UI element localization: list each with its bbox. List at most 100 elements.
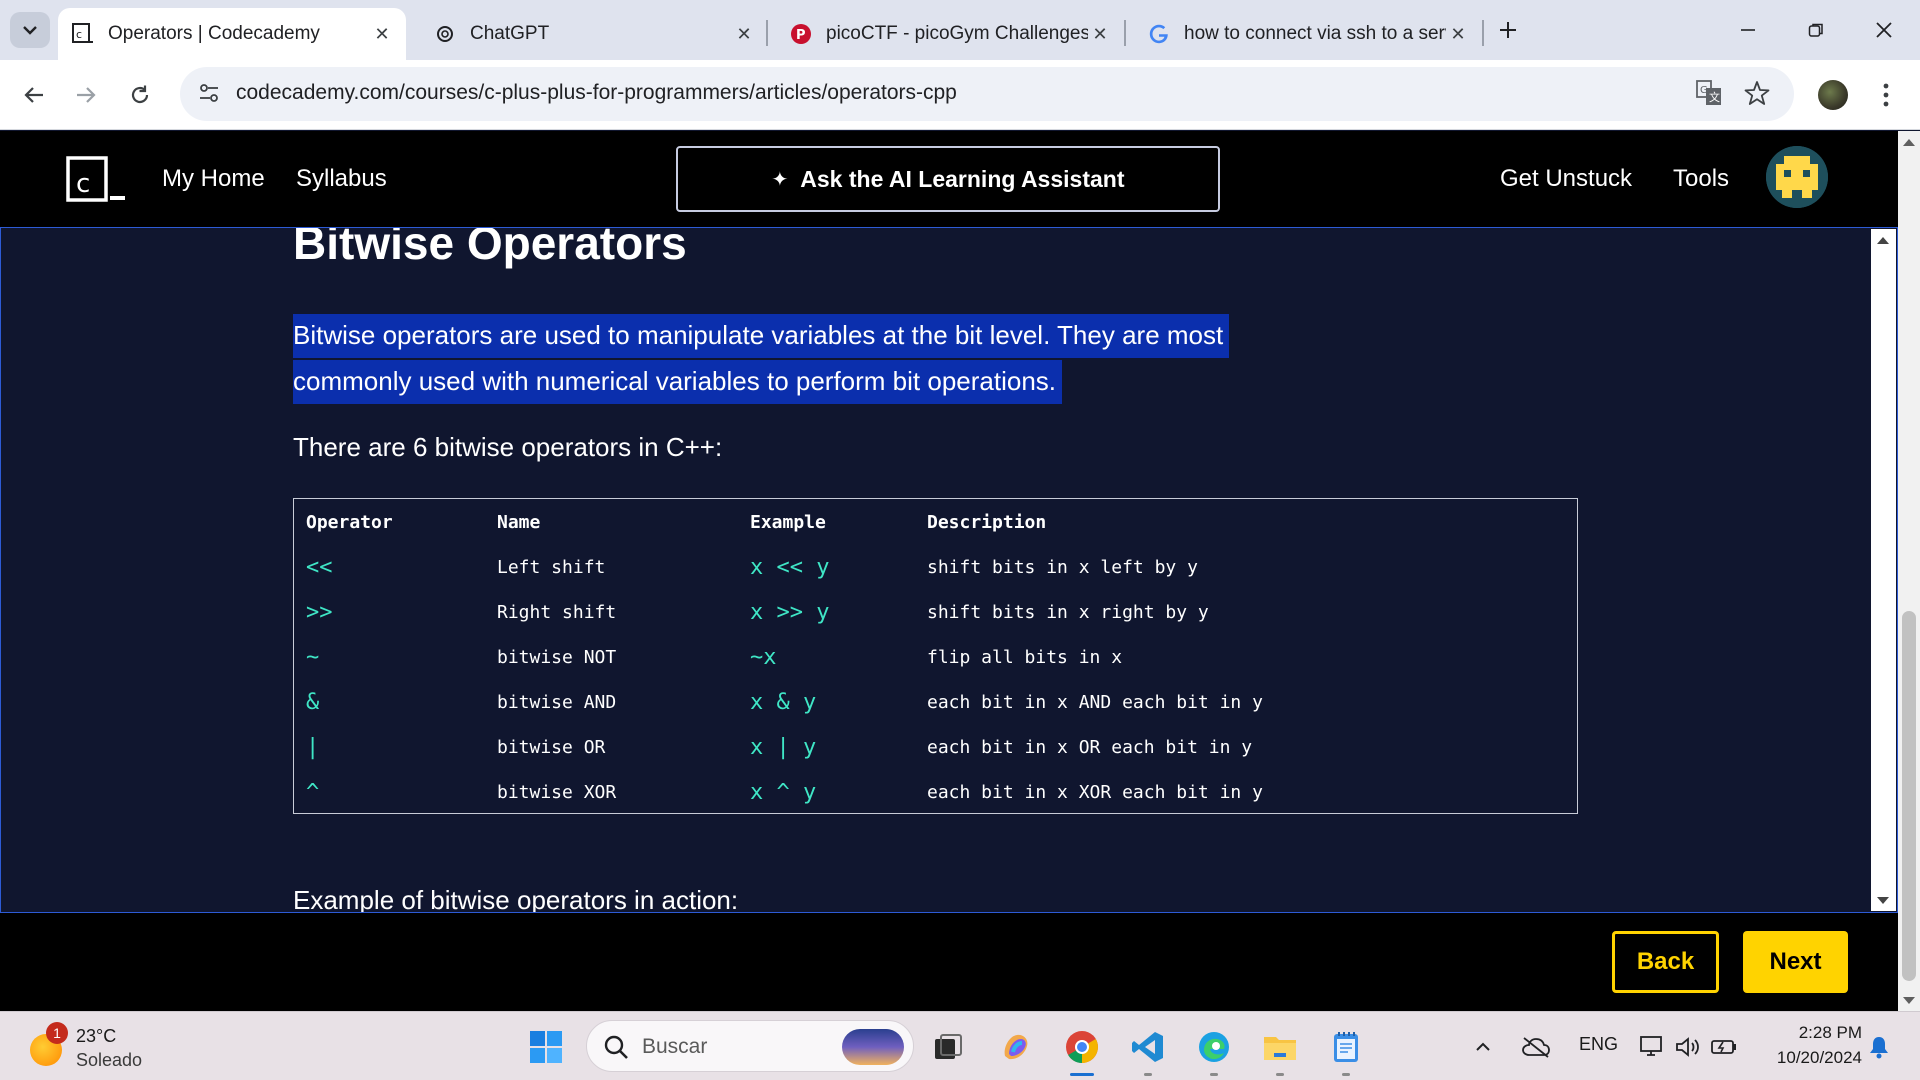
edge-icon [1199, 1032, 1229, 1062]
page-scrollbar[interactable] [1898, 131, 1920, 1011]
bookmark-star-icon[interactable] [1744, 80, 1770, 111]
scroll-down-arrow-icon[interactable] [1877, 897, 1889, 904]
operators-count-text: There are 6 bitwise operators in C++: [293, 432, 723, 462]
clock-time: 2:28 PM [1798, 1023, 1862, 1042]
windows-start-button[interactable] [524, 1025, 568, 1069]
new-tab-button[interactable] [1492, 14, 1524, 46]
volume-button[interactable] [1670, 1025, 1706, 1069]
operator-cell: ~ [306, 645, 320, 670]
nav-get-unstuck[interactable]: Get Unstuck [1500, 165, 1632, 193]
url-text[interactable]: codecademy.com/courses/c-plus-plus-for-p… [236, 81, 957, 105]
active-app-indicator [1070, 1073, 1094, 1076]
codecademy-logo-icon[interactable]: c [66, 156, 126, 202]
address-bar[interactable]: codecademy.com/courses/c-plus-plus-for-p… [180, 67, 1794, 121]
volume-icon [1676, 1037, 1699, 1057]
file-explorer-button[interactable] [1258, 1025, 1302, 1069]
tab-title: ChatGPT [470, 23, 550, 44]
close-tab-icon[interactable]: ✕ [370, 22, 394, 46]
table-row: ^ bitwise XOR x ^ y each bit in x XOR ea… [294, 770, 1577, 815]
tab-search-button[interactable] [10, 12, 50, 48]
scrollbar-thumb[interactable] [1902, 611, 1916, 981]
lesson-bottom-nav: Back Next [0, 913, 1898, 1011]
table-row: ~ bitwise NOT ~x flip all bits in x [294, 635, 1577, 680]
description-cell: each bit in x XOR each bit in y [927, 782, 1263, 803]
tab-title: how to connect via ssh to a serv [1184, 23, 1446, 44]
example-cell: x & y [750, 690, 817, 715]
notepad-taskbar-button[interactable] [1324, 1025, 1368, 1069]
browser-tab-strip: c Operators | Codecademy ✕ ChatGPT ✕ P p… [0, 0, 1920, 60]
openai-icon [434, 23, 456, 45]
selected-text-line1: Bitwise operators are used to manipulate… [293, 314, 1230, 358]
tab-chatgpt[interactable]: ChatGPT ✕ [420, 8, 768, 60]
description-cell: each bit in x OR each bit in y [927, 737, 1253, 758]
name-cell: bitwise OR [497, 737, 606, 758]
close-tab-icon[interactable]: ✕ [732, 22, 756, 46]
forward-nav-button[interactable] [64, 73, 108, 117]
battery-button[interactable] [1706, 1025, 1742, 1069]
article-scrollbar[interactable] [1871, 229, 1896, 911]
nav-syllabus[interactable]: Syllabus [296, 165, 387, 193]
vscode-taskbar-button[interactable] [1126, 1025, 1170, 1069]
network-icon [1640, 1036, 1662, 1056]
tab-codecademy[interactable]: c Operators | Codecademy ✕ [58, 8, 406, 60]
notifications-button[interactable] [1862, 1025, 1896, 1069]
reload-button[interactable] [118, 73, 162, 117]
arrow-right-icon [77, 87, 96, 103]
close-window-button[interactable] [1856, 10, 1912, 50]
chrome-icon [1066, 1031, 1098, 1063]
notepad-icon [1334, 1032, 1358, 1062]
chevron-up-icon [1476, 1042, 1490, 1051]
operator-cell: & [306, 690, 320, 715]
browser-menu-button[interactable] [1874, 76, 1898, 114]
weather-widget[interactable]: 1 23°C Soleado [30, 1022, 170, 1072]
name-cell: Right shift [497, 602, 617, 623]
name-cell: Left shift [497, 557, 606, 578]
taskbar-search-box[interactable]: Buscar [586, 1020, 914, 1072]
weather-condition: Soleado [76, 1050, 143, 1070]
table-header-cell: Name [497, 512, 541, 533]
ai-learning-assistant-button[interactable]: ✦ Ask the AI Learning Assistant [676, 146, 1220, 212]
tab-separator [1124, 20, 1126, 46]
chrome-taskbar-button[interactable] [1060, 1025, 1104, 1069]
task-view-button[interactable] [926, 1025, 970, 1069]
section-heading: Bitwise Operators [293, 227, 687, 269]
tab-google-search[interactable]: how to connect via ssh to a serv ✕ [1134, 8, 1482, 60]
svg-text:c: c [76, 169, 90, 199]
network-button[interactable] [1634, 1025, 1670, 1069]
scroll-up-arrow-icon[interactable] [1903, 139, 1915, 146]
operator-cell: ^ [306, 780, 320, 805]
close-tab-icon[interactable]: ✕ [1088, 22, 1112, 46]
vscode-icon [1132, 1032, 1163, 1062]
search-highlight-image [842, 1029, 904, 1065]
running-app-indicator [1276, 1073, 1284, 1076]
show-hidden-icons-button[interactable] [1468, 1025, 1498, 1069]
minimize-button[interactable] [1720, 10, 1776, 50]
cloud-off-icon [1522, 1037, 1550, 1058]
taskbar-clock[interactable]: 2:28 PM 10/20/2024 [1762, 1020, 1862, 1070]
copilot-button[interactable] [994, 1025, 1038, 1069]
tab-picoctf[interactable]: P picoCTF - picoGym Challenges ✕ [776, 8, 1124, 60]
back-button[interactable]: Back [1612, 931, 1719, 993]
restore-button[interactable] [1788, 10, 1844, 50]
site-settings-icon[interactable] [198, 82, 220, 109]
table-row: & bitwise AND x & y each bit in x AND ea… [294, 680, 1577, 725]
edge-taskbar-button[interactable] [1192, 1025, 1236, 1069]
search-icon [603, 1034, 629, 1065]
nav-my-home[interactable]: My Home [162, 165, 265, 193]
back-nav-button[interactable] [12, 73, 56, 117]
browser-profile-avatar[interactable] [1818, 80, 1848, 110]
sparkle-icon: ✦ [771, 168, 789, 191]
user-avatar[interactable] [1766, 146, 1828, 208]
next-button[interactable]: Next [1743, 931, 1848, 993]
close-tab-icon[interactable]: ✕ [1446, 22, 1470, 46]
scroll-up-arrow-icon[interactable] [1877, 237, 1889, 244]
operators-table: Operator Name Example Description << Lef… [293, 498, 1578, 814]
input-language[interactable]: ENG [1579, 1034, 1618, 1055]
ai-button-label: Ask the AI Learning Assistant [800, 165, 1125, 192]
nav-tools[interactable]: Tools [1673, 165, 1729, 193]
site-header: c My Home Syllabus ✦ Ask the AI Learning… [0, 131, 1898, 227]
weather-temperature: 23°C [76, 1026, 117, 1046]
translate-icon[interactable]: G文 [1696, 80, 1722, 111]
onedrive-status-button[interactable] [1516, 1025, 1556, 1069]
scroll-down-arrow-icon[interactable] [1903, 997, 1915, 1004]
